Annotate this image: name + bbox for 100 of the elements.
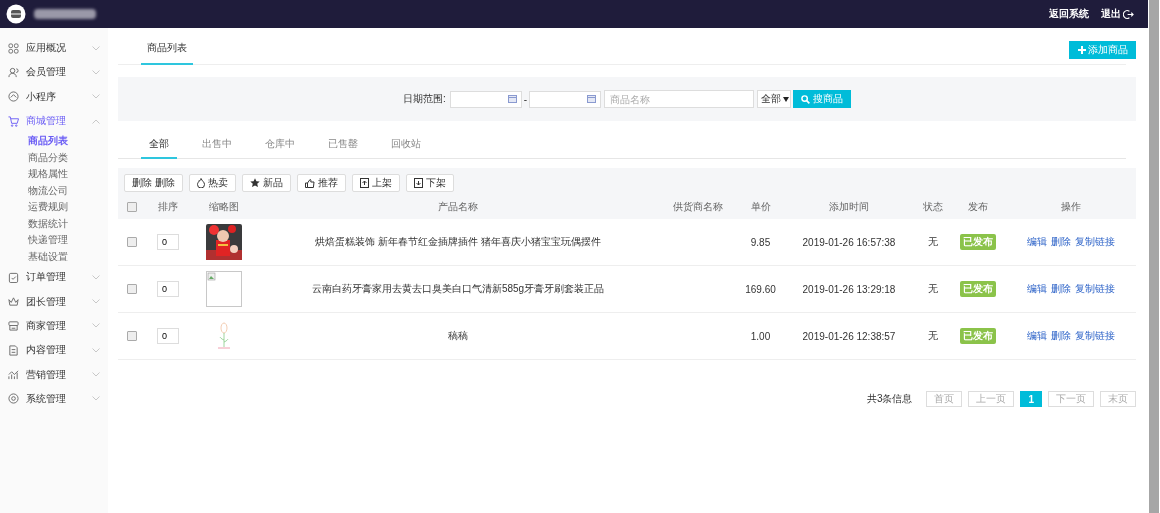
menu-icon: [8, 271, 19, 283]
sidebar-item[interactable]: 团长管理: [0, 289, 108, 314]
row-checkbox[interactable]: [127, 237, 137, 247]
column-header: 供货商名称: [672, 199, 724, 214]
table-cell-text: 9.85: [749, 236, 772, 248]
column-header: 状态: [921, 199, 944, 214]
star-icon: [249, 178, 260, 188]
sidebar-item[interactable]: 应用概况: [0, 36, 108, 61]
sidebar-item[interactable]: 内容管理: [0, 338, 108, 363]
toolbar-button[interactable]: 下架: [405, 174, 454, 192]
action-link[interactable]: 编辑: [1026, 235, 1047, 249]
caret-icon: [783, 96, 790, 102]
published-tag: 已发布: [959, 328, 996, 344]
action-link[interactable]: 编辑: [1026, 329, 1047, 343]
logout-link[interactable]: 退出: [1101, 7, 1134, 21]
scrollbar[interactable]: [1149, 0, 1159, 513]
toolbar-button[interactable]: 上架: [351, 174, 400, 192]
return-link[interactable]: 返回系统: [1049, 7, 1089, 21]
table-cell-text: 稿稿: [447, 329, 469, 343]
menu-icon: [8, 66, 19, 78]
broken-image-icon: [206, 271, 242, 307]
submenu-item[interactable]: 数据统计: [0, 215, 108, 233]
sidebar-item[interactable]: 商城管理: [0, 108, 108, 134]
page-tab[interactable]: 商品列表: [141, 41, 193, 65]
toolbar-button[interactable]: 推荐: [296, 174, 346, 192]
redacted-name: [34, 9, 96, 19]
status-tab[interactable]: 回收站: [383, 133, 429, 159]
table-cell-text: 1.00: [749, 330, 772, 342]
action-link[interactable]: 复制链接: [1074, 282, 1115, 296]
submenu-item[interactable]: 运费规则: [0, 199, 108, 216]
date-range-label: 日期范围:: [402, 92, 446, 106]
menu-icon: [8, 369, 19, 380]
chevron-icon: [92, 274, 100, 280]
column-header: 单价: [749, 199, 772, 214]
column-header: 发布: [966, 199, 989, 214]
sidebar-item[interactable]: 小程序: [0, 84, 108, 109]
status-tab[interactable]: 已售罄: [320, 133, 366, 159]
logout-icon: [1123, 8, 1134, 20]
chevron-icon: [92, 69, 100, 75]
menu-icon: [8, 393, 19, 405]
table-cell-text: 2019-01-26 16:57:38: [801, 236, 897, 248]
toolbar-button[interactable]: 新品: [241, 174, 291, 192]
plus-icon: [1077, 46, 1086, 54]
action-link[interactable]: 删除: [1050, 235, 1071, 249]
status-tab[interactable]: 仓库中: [257, 133, 303, 159]
chevron-icon: [92, 372, 100, 377]
submenu-item[interactable]: 基础设置: [0, 248, 108, 266]
chevron-icon: [92, 94, 100, 100]
sidebar-item[interactable]: 商家管理: [0, 313, 108, 339]
table-cell-text: 169.60: [744, 283, 777, 295]
range-separator: -: [523, 93, 528, 105]
sort-field[interactable]: 0: [157, 281, 179, 297]
column-header: 缩略图: [208, 199, 240, 214]
sidebar-item[interactable]: 营销管理: [0, 362, 108, 387]
menu-icon: [8, 296, 19, 308]
table-cell-text: 2019-01-26 13:29:18: [801, 283, 897, 295]
table-cell-text: 云南白药牙膏家用去黄去口臭美白口气清新585g牙膏牙刷套装正品: [310, 282, 606, 296]
sort-field[interactable]: 0: [157, 234, 179, 250]
calendar-icon: [507, 95, 517, 103]
chevron-icon: [92, 299, 100, 305]
toolbar-button[interactable]: 删除 删除: [124, 174, 183, 192]
submenu-item[interactable]: 快递管理: [0, 232, 108, 249]
menu-icon: [8, 344, 19, 356]
action-link[interactable]: 复制链接: [1074, 329, 1115, 343]
status-tab[interactable]: 出售中: [194, 133, 240, 159]
row-checkbox[interactable]: [127, 284, 137, 294]
product-name-field[interactable]: 商品名称: [604, 90, 755, 108]
logo-icon: [6, 4, 26, 24]
submenu-item[interactable]: 规格属性: [0, 166, 108, 183]
table-cell-text: 2019-01-26 12:38:57: [801, 330, 897, 342]
column-header: 排序: [157, 199, 179, 214]
table-cell-text: 无: [926, 329, 939, 343]
calendar-icon: [587, 95, 597, 103]
chevron-icon: [92, 396, 100, 402]
status-tab[interactable]: 全部: [141, 133, 177, 159]
menu-icon: [8, 115, 19, 127]
sidebar-item[interactable]: 会员管理: [0, 60, 108, 85]
action-link[interactable]: 删除: [1050, 329, 1071, 343]
submenu-item[interactable]: 商品分类: [0, 149, 108, 167]
sort-field[interactable]: 0: [157, 328, 179, 344]
column-header: 产品名称: [437, 199, 479, 214]
submenu-item[interactable]: 商品列表: [0, 133, 108, 150]
date-field[interactable]: [449, 90, 522, 108]
submenu-item[interactable]: 物流公司: [0, 182, 108, 200]
sidebar-item[interactable]: 系统管理: [0, 386, 108, 411]
table-cell-text: 烘焙蛋糕装饰 新年春节红金插牌插件 猪年喜庆小猪宝宝玩偶摆件: [314, 235, 602, 249]
table-cell-text: 无: [926, 235, 939, 249]
search-icon: [801, 94, 811, 104]
category-select[interactable]: 全部: [757, 90, 792, 108]
column-header: 操作: [1059, 199, 1082, 214]
action-link[interactable]: 编辑: [1026, 282, 1047, 296]
action-link[interactable]: 删除: [1050, 282, 1071, 296]
date-field[interactable]: [529, 90, 602, 108]
action-link[interactable]: 复制链接: [1074, 235, 1115, 249]
sidebar-item[interactable]: 订单管理: [0, 265, 108, 290]
toolbar-button[interactable]: 热卖: [188, 174, 236, 192]
chevron-icon: [92, 45, 100, 51]
menu-icon: [8, 42, 19, 54]
row-checkbox[interactable]: [127, 331, 137, 341]
select-all-checkbox[interactable]: [127, 201, 137, 212]
